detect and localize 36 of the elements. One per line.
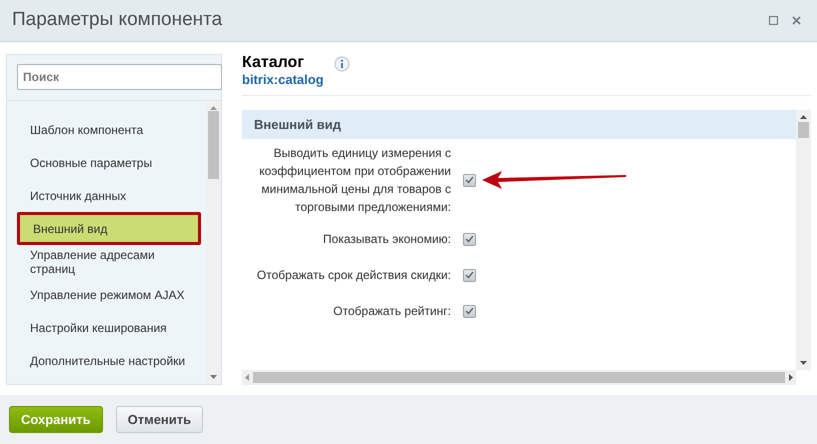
checkbox[interactable] [463,232,476,246]
sidebar-item[interactable]: Основные параметры [17,146,201,179]
scroll-thumb[interactable] [208,111,219,179]
section-header: Внешний вид [242,110,796,139]
checkbox[interactable] [463,174,476,186]
sidebar-item[interactable]: Настройки кеширования [17,311,201,344]
sidebar-item[interactable]: Управление адресами страниц [17,245,201,278]
vertical-scrollbar[interactable] [796,110,811,370]
scroll-up-icon[interactable] [800,115,807,119]
cancel-button[interactable]: Отменить [116,406,204,433]
parameter-label: Отображать срок действия скидки: [256,267,451,284]
sidebar-item[interactable]: Управление режимом AJAX [17,278,201,311]
parameter-label: Показывать экономию: [322,231,451,248]
sidebar-item[interactable]: Дополнительные настройки [17,344,201,377]
scroll-right-icon[interactable] [789,374,793,381]
search-field[interactable]: Поиск [17,64,222,90]
scroll-thumb[interactable] [253,372,785,383]
close-icon[interactable] [792,16,801,25]
maximize-icon[interactable] [769,16,778,25]
scroll-left-icon[interactable] [245,374,249,381]
checkbox[interactable] [463,304,476,318]
scroll-down-icon[interactable] [800,361,807,365]
scroll-down-icon[interactable] [210,375,217,379]
scrollbar[interactable] [206,101,221,384]
parameter-label: Выводить единицу измерения с коэффициентом при отображении минимальной цены для товаров с торговыми предложениями: [258,145,451,216]
window-title: Параметры компонента [12,8,222,32]
parameter-label: Отображать рейтинг: [332,303,451,320]
sidebar-item[interactable]: Шаблон компонента [17,113,201,146]
sidebar-item[interactable]: Источник данных [17,179,201,212]
sidebar-item[interactable]: Внешний вид [17,212,201,245]
scroll-thumb[interactable] [798,122,809,138]
checkbox[interactable] [463,268,476,282]
component-code: bitrix:catalog [242,72,324,87]
component-title: Каталог [242,54,305,72]
info-icon[interactable] [334,56,350,72]
horizontal-scrollbar[interactable] [242,370,796,385]
